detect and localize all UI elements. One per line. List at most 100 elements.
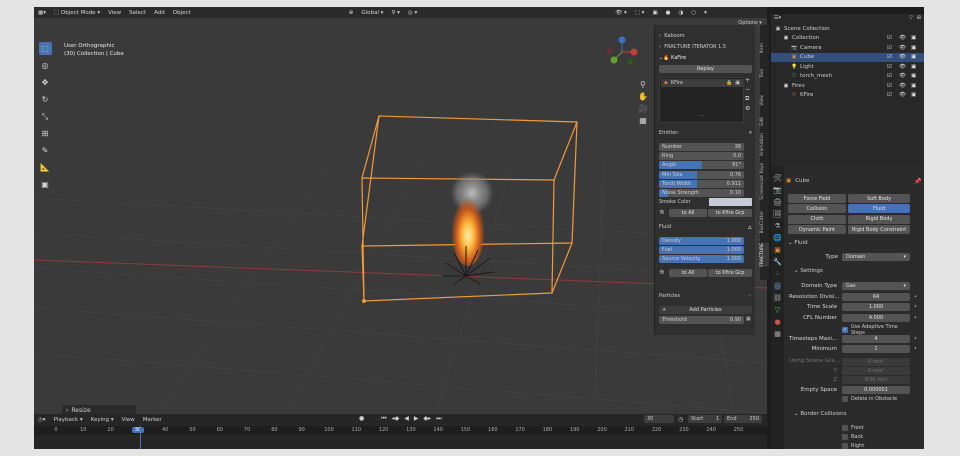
- replay-button[interactable]: Replay: [659, 65, 752, 73]
- view-layer-icon[interactable]: 🖼: [773, 210, 782, 218]
- emitter-param-number[interactable]: Number 38: [659, 143, 744, 151]
- camera-icon[interactable]: 🎥: [638, 104, 648, 113]
- visibility-eye-icon[interactable]: 👁: [899, 54, 906, 60]
- border-collisions-header[interactable]: ⌄ Border Collisions: [794, 411, 846, 417]
- play-reverse-icon[interactable]: ◀: [404, 415, 409, 423]
- tab-screencast-keys[interactable]: Screencast Keys: [760, 163, 769, 200]
- threshold-options-icon[interactable]: ▦: [746, 316, 751, 322]
- render-camera-icon[interactable]: ▣: [911, 92, 916, 98]
- add-cube-tool[interactable]: ▣: [39, 178, 52, 191]
- measure-tool[interactable]: 📐: [39, 161, 52, 174]
- remove-icon[interactable]: −: [745, 86, 750, 93]
- filter-icon[interactable]: ▽: [909, 15, 913, 21]
- select-box-tool[interactable]: ⬚: [38, 42, 52, 55]
- current-frame-field[interactable]: 30: [644, 415, 674, 423]
- timestep-0-field[interactable]: 4: [842, 335, 910, 343]
- copy-icon[interactable]: ⧉: [745, 95, 750, 103]
- shading-dropdown-icon[interactable]: ▾: [704, 10, 707, 16]
- physics-rigid-body-button[interactable]: Rigid Body: [848, 214, 910, 224]
- physics-cloth-button[interactable]: Cloth: [788, 214, 846, 224]
- outliner-row-torch-mesh[interactable]: ▽ torch_mesh ☑ 👁 ▣: [771, 72, 924, 81]
- physics-collision-button[interactable]: Collision: [788, 204, 846, 214]
- constraints-props-icon[interactable]: ⛓: [773, 294, 782, 302]
- visibility-eye-icon[interactable]: 👁: [899, 45, 906, 51]
- include-checkbox-icon[interactable]: ☑: [887, 83, 892, 89]
- tab-animation[interactable]: Animation: [760, 133, 769, 156]
- keyframe-dot-icon[interactable]: •: [914, 336, 917, 342]
- transform-tool[interactable]: ⊞: [39, 127, 52, 140]
- tool-props-icon[interactable]: 🛠: [773, 174, 782, 182]
- setting-resolution-divisi--field[interactable]: 64: [842, 292, 910, 301]
- fluid-param-fuel[interactable]: Fuel 1.000: [659, 246, 744, 255]
- smoke-color-swatch[interactable]: [709, 198, 752, 206]
- move-tool[interactable]: ✥: [39, 76, 52, 89]
- section-kaboom[interactable]: › Kaboom: [659, 32, 752, 40]
- timeline-editor-icon[interactable]: ◷▾: [38, 417, 46, 423]
- particles-icon[interactable]: ⁘: [748, 293, 752, 299]
- physics-soft-body-button[interactable]: Soft Body: [848, 194, 910, 203]
- keyframe-dot-icon[interactable]: •: [914, 346, 917, 352]
- emitter-icon[interactable]: ⟡: [749, 130, 752, 136]
- frame-ruler[interactable]: 0 10 20 30 40 50 60 70 80 90 100 110 120 130 140 150 160…: [34, 426, 767, 435]
- data-props-icon[interactable]: ▽: [775, 306, 780, 314]
- outliner-row-camera[interactable]: 📷 Camera ☑ 👁 ▣: [771, 43, 924, 52]
- menu-select[interactable]: Select: [129, 10, 146, 16]
- scale-tool[interactable]: ⤡: [39, 110, 52, 123]
- tab-edit[interactable]: Edit: [760, 117, 769, 126]
- empty-space-field[interactable]: 0.000001: [842, 386, 910, 394]
- zoom-icon[interactable]: ⚲: [640, 80, 646, 89]
- settings-icon[interactable]: ⚙: [745, 105, 750, 112]
- physics-rigid-body-constraint-button[interactable]: Rigid Body Constraint: [848, 225, 910, 235]
- border-front-checkbox[interactable]: Front: [842, 425, 864, 431]
- fluid-to-kfire-grp-button[interactable]: to Kfire Grp: [708, 269, 752, 277]
- shading-material-icon[interactable]: ◑: [678, 10, 683, 16]
- keyframe-dot-icon[interactable]: •: [914, 304, 917, 310]
- outliner-row-light[interactable]: 💡 Light ☑ 👁 ▣: [771, 62, 924, 71]
- tab-boxcutter[interactable]: BoxCutter: [760, 211, 769, 234]
- ortho-grid-icon[interactable]: ▦: [639, 116, 647, 125]
- scene-props-icon[interactable]: ⚗: [774, 222, 780, 230]
- setting-domain-type-field[interactable]: Gas ▾: [842, 282, 910, 290]
- auto-keying-icon[interactable]: ◷: [678, 416, 683, 423]
- outliner-editor-icon[interactable]: ☰▾: [774, 15, 781, 21]
- physics-fluid-button[interactable]: Fluid: [848, 204, 910, 214]
- border-right-checkbox[interactable]: Right: [842, 443, 864, 449]
- menu-object[interactable]: Object: [173, 10, 191, 16]
- smoke-to-kfire-grp-button[interactable]: to Kfire Grp: [708, 209, 752, 217]
- material-props-icon[interactable]: ●: [774, 318, 780, 326]
- pan-hand-icon[interactable]: ✋: [638, 92, 648, 101]
- tab-tool[interactable]: Tool: [760, 69, 769, 78]
- emitter-param-angle[interactable]: Angle 81°: [659, 161, 744, 170]
- menu-view[interactable]: View: [108, 10, 121, 16]
- include-checkbox-icon[interactable]: ☑: [887, 73, 892, 79]
- border-back-checkbox[interactable]: Back: [842, 434, 863, 440]
- world-props-icon[interactable]: 🌐: [773, 234, 782, 242]
- keyframe-dot-icon[interactable]: •: [914, 315, 917, 321]
- visibility-eye-icon[interactable]: 👁: [899, 92, 906, 98]
- tab-item[interactable]: Item: [760, 43, 769, 53]
- outliner-row-cube[interactable]: ▣ Cube ☑ 👁 ▣: [771, 52, 924, 62]
- section-fracture-iterator[interactable]: › FRACTURE ITERATOR 1.5: [659, 43, 752, 51]
- add-icon[interactable]: +: [745, 77, 750, 84]
- lock-icon[interactable]: 🔒: [726, 80, 732, 86]
- settings-panel-header[interactable]: ⌄ Settings: [794, 268, 823, 274]
- render-camera-icon[interactable]: ▣: [911, 73, 916, 79]
- threshold-field[interactable]: Threshold 0.90: [659, 316, 744, 324]
- setting-time-scale-field[interactable]: 1.000: [842, 303, 910, 311]
- add-particles-button[interactable]: + Add Particles: [659, 306, 752, 314]
- orientation-dropdown[interactable]: Global ▾: [361, 10, 383, 16]
- visibility-eye-icon[interactable]: 👁: [899, 73, 906, 79]
- list-resize-handle[interactable]: ....: [698, 112, 704, 118]
- new-collection-icon[interactable]: ⊞: [917, 15, 921, 21]
- fire-icon[interactable]: 🜂: [748, 222, 752, 232]
- orientation-icon[interactable]: ⊕: [349, 10, 354, 16]
- record-icon[interactable]: ●: [359, 415, 364, 423]
- jump-end-icon[interactable]: ⏭: [436, 415, 441, 423]
- include-checkbox-icon[interactable]: ☑: [887, 35, 892, 41]
- overlay-icon[interactable]: ⬚ ▾: [635, 10, 645, 16]
- physics-props-icon[interactable]: ◎: [774, 282, 781, 290]
- particles-props-icon[interactable]: ⁘: [775, 270, 781, 278]
- fluid-param-source-velocity[interactable]: Source Velocity 1.000: [659, 255, 744, 264]
- pin-icon[interactable]: 📌: [914, 178, 921, 185]
- object-props-icon[interactable]: ▣: [774, 246, 781, 254]
